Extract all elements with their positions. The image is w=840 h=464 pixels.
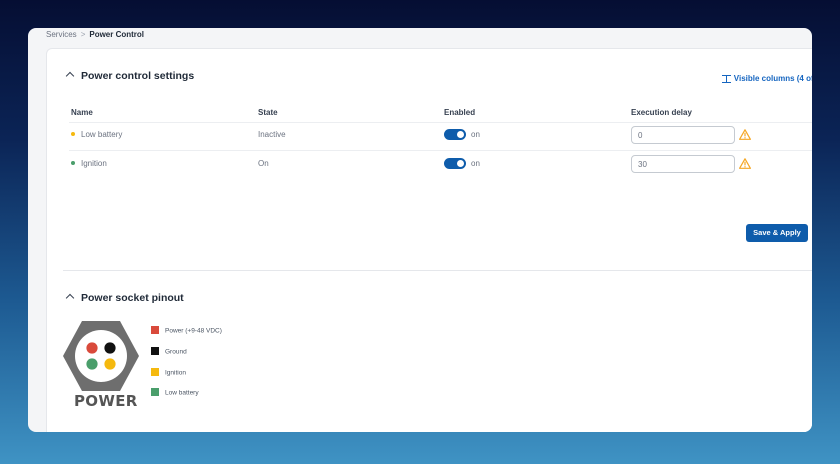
breadcrumb-services-link[interactable]: Services xyxy=(46,30,77,39)
status-dot xyxy=(71,160,75,165)
section-divider xyxy=(63,270,812,271)
column-header-state[interactable]: State xyxy=(258,108,278,117)
row-low-battery-name: Low battery xyxy=(71,130,122,139)
status-dot xyxy=(71,131,75,136)
power-logo-text: POWER xyxy=(74,392,138,410)
legend-swatch xyxy=(151,388,159,396)
legend-label: Ignition xyxy=(165,369,186,377)
breadcrumb: Services > Power Control xyxy=(46,30,144,39)
breadcrumb-separator: > xyxy=(80,30,86,39)
visible-columns-label: Visible columns (4 of 4) xyxy=(733,74,812,83)
column-header-enabled[interactable]: Enabled xyxy=(444,108,475,117)
warning-icon xyxy=(739,129,751,140)
pinout-section-title: Power socket pinout xyxy=(81,292,184,304)
breadcrumb-current: Power Control xyxy=(89,30,145,39)
settings-section-title: Power control settings xyxy=(81,70,195,82)
toggle-label: on xyxy=(471,130,480,139)
legend-swatch xyxy=(151,368,159,376)
chevron-up-icon[interactable] xyxy=(65,293,75,303)
legend-item-ground: Ground xyxy=(151,347,187,356)
legend-label: Low battery xyxy=(165,389,199,397)
settings-section-header[interactable]: Power control settings xyxy=(65,70,195,82)
visible-columns-button[interactable]: Visible columns (4 of 4) xyxy=(721,74,812,83)
legend-item-power: Power (+9-48 VDC) xyxy=(151,326,222,335)
column-header-name[interactable]: Name xyxy=(71,108,93,117)
legend-swatch xyxy=(151,326,159,334)
row-ignition-name: Ignition xyxy=(71,159,107,168)
legend-item-low-battery: Low battery xyxy=(151,388,199,397)
warning-icon xyxy=(739,158,751,169)
header-divider xyxy=(69,122,812,123)
low-battery-delay-input[interactable] xyxy=(631,126,735,144)
power-control-card: Power control settings Visible columns (… xyxy=(46,48,812,432)
pinout-section-header[interactable]: Power socket pinout xyxy=(65,292,184,304)
toggle-label: on xyxy=(471,159,480,168)
legend-label: Power (+9-48 VDC) xyxy=(165,327,222,335)
column-header-execution-delay[interactable]: Execution delay xyxy=(631,108,692,117)
row-low-battery-state: Inactive xyxy=(258,130,286,139)
ignition-delay-input[interactable] xyxy=(631,155,735,173)
row-divider xyxy=(69,150,812,151)
legend-item-ignition: Ignition xyxy=(151,368,186,377)
low-battery-enabled-toggle[interactable] xyxy=(444,129,466,140)
row-name-label: Ignition xyxy=(81,159,107,168)
row-name-label: Low battery xyxy=(81,130,123,139)
chevron-up-icon[interactable] xyxy=(65,71,75,81)
save-apply-button[interactable]: Save & Apply xyxy=(746,224,808,242)
ignition-enabled-toggle[interactable] xyxy=(444,158,466,169)
row-ignition-state: On xyxy=(258,159,269,168)
columns-icon xyxy=(721,74,731,83)
app-window: Services > Power Control Power control set… xyxy=(28,28,812,432)
legend-label: Ground xyxy=(165,348,187,356)
legend-swatch xyxy=(151,347,159,355)
